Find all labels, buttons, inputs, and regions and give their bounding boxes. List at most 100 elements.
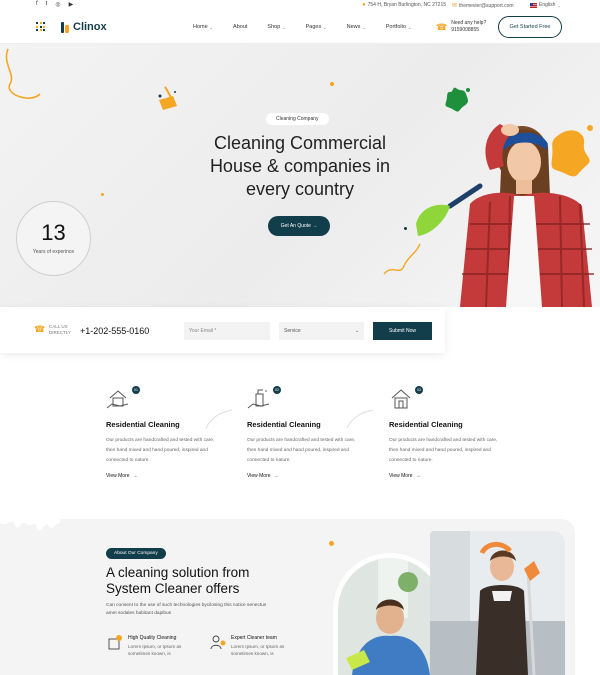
logo-text: Clinox: [73, 21, 107, 33]
chevron-down-icon: ⌄: [557, 2, 561, 8]
phone-icon: ☎: [436, 21, 448, 32]
location-pin-icon: ●: [362, 2, 366, 8]
paint-drip-decoration: [0, 519, 60, 531]
hero-title-highlight: companies: [281, 156, 374, 176]
service-desc: Our products are handcrafted and tested …: [247, 438, 356, 463]
arrow-right-icon: →: [132, 473, 138, 479]
email-contact[interactable]: ✉ themevier@support.com: [452, 2, 514, 10]
arrow-right-icon: →: [273, 473, 279, 479]
phone-number[interactable]: +1-202-555-0160: [80, 326, 149, 336]
view-more-label: View More: [247, 473, 271, 479]
twitter-icon[interactable]: t: [46, 1, 48, 8]
address: ● 754 H, Bryan Burlington, NC 27215: [362, 2, 446, 8]
curved-arrow-decoration: [205, 409, 233, 429]
nav-label: Pages: [305, 24, 322, 30]
call-label: CALL US DIRECTLY: [49, 324, 71, 335]
chevron-down-icon: ⌄: [323, 24, 327, 30]
hero-title-line3: every country: [245, 179, 355, 199]
help-text: Need any help? 9159008855: [451, 20, 486, 34]
main-nav: Home ⌄ About Shop ⌄ Pages ⌄ News ⌄ Portfolio…: [193, 24, 431, 30]
house-clean-icon: [391, 389, 411, 409]
woman-mop-image: [430, 531, 565, 675]
deco-dot: [330, 82, 334, 86]
arrow-right-icon: →: [415, 473, 421, 479]
facebook-icon[interactable]: f: [36, 1, 38, 8]
experience-label: Years of experince: [32, 249, 75, 255]
nav-label: Portfolio: [385, 24, 406, 30]
about-title-highlight: System: [104, 581, 153, 596]
chevron-down-icon: ⌄: [407, 24, 412, 30]
instagram-icon[interactable]: ◎: [55, 1, 60, 8]
spray-hand-icon: [247, 389, 270, 409]
nav-item-shop[interactable]: Shop ⌄: [267, 24, 285, 30]
nav-item-news[interactable]: News ⌄: [347, 24, 366, 30]
get-quote-button[interactable]: Get An Quote →: [268, 216, 330, 236]
mail-icon: ✉: [452, 3, 458, 9]
service-title: Residential Cleaning: [106, 420, 180, 429]
feature-title: High Quality Cleaning: [128, 635, 177, 641]
chevron-down-icon: ⌄: [354, 328, 359, 334]
nav-item-pages[interactable]: Pages ⌄: [306, 24, 327, 30]
service-badge: 01: [132, 386, 140, 394]
house-hand-icon: [106, 390, 129, 409]
deco-dot: [404, 227, 407, 230]
email-input[interactable]: [184, 322, 270, 340]
logo-mark-icon: [60, 20, 70, 34]
service-select-value: Service: [284, 328, 301, 334]
chevron-down-icon: ⌄: [282, 24, 286, 30]
chevron-down-icon: ⌄: [209, 24, 214, 30]
get-started-button[interactable]: Get Started Free: [498, 16, 562, 38]
nav-item-portfolio[interactable]: Portfolio ⌄: [386, 24, 412, 30]
service-title: Residential Cleaning: [247, 420, 321, 429]
submit-button[interactable]: Submit Now: [373, 322, 432, 340]
nav-label: About: [233, 24, 248, 30]
service-title: Residential Cleaning: [389, 420, 463, 429]
hero-title: Cleaning Commercial House & companies in…: [190, 132, 410, 201]
help-phone: 9159008855: [451, 27, 480, 33]
expert-team-icon: [210, 635, 226, 650]
contact-strip: ☎ CALL US DIRECTLY +1-202-555-0160 Servi…: [0, 307, 445, 353]
address-text: 754 H, Bryan Burlington, NC 27215: [367, 2, 447, 8]
chevron-down-icon: ⌄: [362, 24, 366, 30]
hero-tag: Cleaning Company: [266, 113, 329, 125]
experience-number: 13: [41, 220, 66, 245]
us-flag-icon: [530, 2, 537, 8]
deco-dot: [101, 193, 104, 196]
hero-title-line2-post: in: [371, 156, 391, 176]
about-paragraph: Can consent to the use of such technolog…: [106, 603, 267, 616]
view-more-label: View More: [106, 473, 130, 479]
youtube-icon[interactable]: ▶: [69, 1, 74, 8]
language-selector[interactable]: English ⌄: [530, 2, 561, 8]
view-more-link[interactable]: View More →: [389, 473, 421, 479]
email-text: themevier@support.com: [459, 2, 514, 9]
hero-title-line2-pre: House &: [209, 156, 284, 176]
nav-label: Shop: [267, 24, 281, 30]
about-photo-woman: [430, 531, 565, 675]
phone-icon: ☎: [34, 324, 46, 334]
about-title-rest: Cleaner offers: [151, 581, 240, 596]
about-tag: About Our Company: [106, 548, 166, 559]
about-title-line1: A cleaning solution from: [106, 565, 250, 580]
nav-item-home[interactable]: Home ⌄: [193, 24, 213, 30]
feature-desc: Lorem Ipsum, or Ipsum as sometimes known…: [231, 644, 285, 656]
help-contact[interactable]: ☎ Need any help? 9159008855: [436, 20, 486, 34]
deco-dot: [329, 541, 334, 546]
nav-item-about[interactable]: About: [233, 24, 247, 30]
nav-label: Home: [193, 24, 208, 30]
broom-icon: [158, 86, 177, 110]
main-header: Clinox Home ⌄ About Shop ⌄ Pages ⌄ News ⌄ Po…: [0, 10, 600, 44]
menu-grid-icon[interactable]: [36, 22, 45, 31]
squiggle-decoration: [5, 48, 41, 99]
service-select[interactable]: Service ⌄: [279, 322, 364, 340]
about-title: A cleaning solution from System Cleaner …: [104, 565, 326, 597]
view-more-link[interactable]: View More →: [247, 473, 279, 479]
logo[interactable]: Clinox: [60, 20, 107, 34]
service-badge: 02: [273, 386, 281, 394]
feature-title: Expert Cleaner team: [231, 635, 277, 641]
view-more-link[interactable]: View More →: [106, 473, 138, 479]
hero-section: Cleaning Company Cleaning Commercial Hou…: [0, 44, 600, 307]
experience-badge: 13 Years of experince: [16, 201, 91, 276]
feature-desc: Lorem Ipsum, or Ipsum as sometimes known…: [128, 644, 182, 656]
curved-arrow-decoration: [346, 409, 374, 429]
top-bar: f t ◎ ▶ ● 754 H, Bryan Burlington, NC 27…: [0, 0, 600, 10]
